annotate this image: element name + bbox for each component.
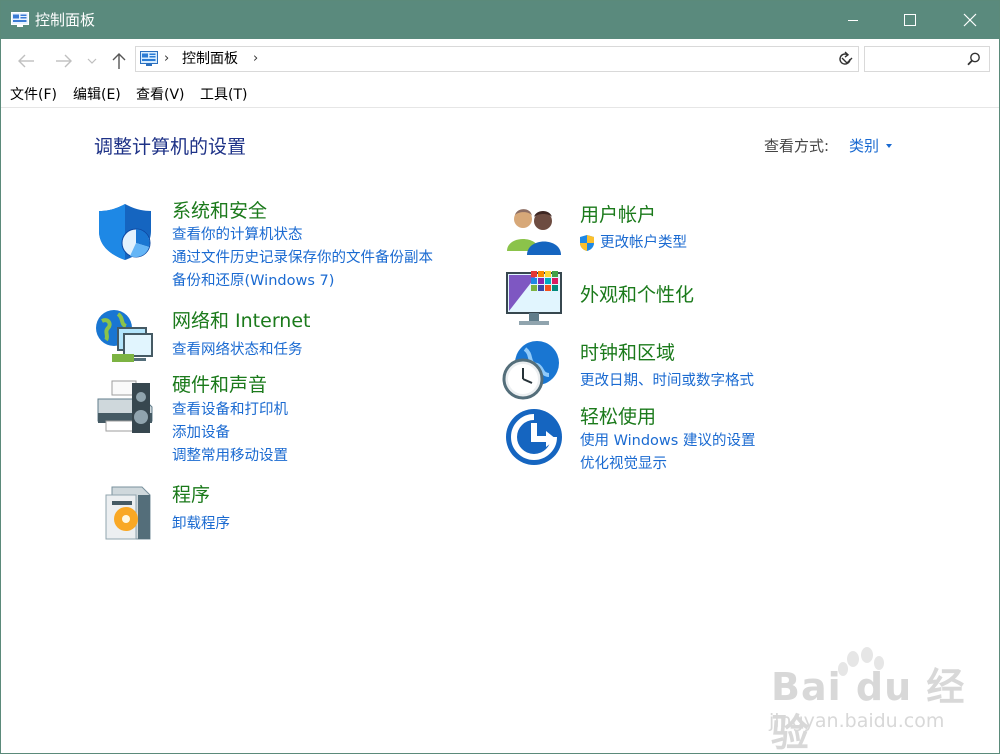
maximize-icon — [904, 14, 916, 26]
category-clock-region-title[interactable]: 时钟和区域 — [580, 341, 675, 365]
category-hardware-sound-title[interactable]: 硬件和声音 — [172, 373, 267, 397]
up-arrow-icon — [112, 53, 126, 69]
minimize-button[interactable] — [830, 1, 876, 39]
uac-shield-icon — [580, 235, 594, 251]
refresh-button[interactable] — [833, 47, 857, 71]
refresh-icon — [839, 51, 851, 65]
menu-edit[interactable]: 编辑(E) — [73, 85, 121, 105]
maximize-button[interactable] — [887, 1, 933, 39]
network-globe-icon[interactable] — [94, 306, 156, 368]
link-network-status[interactable]: 查看网络状态和任务 — [172, 340, 303, 360]
title-bar[interactable]: 控制面板 — [1, 1, 999, 39]
address-bar[interactable]: › 控制面板 › — [135, 46, 859, 72]
menu-divider — [1, 107, 999, 108]
link-change-account-type[interactable]: 更改帐户类型 — [600, 233, 687, 253]
link-devices-printers[interactable]: 查看设备和打印机 — [172, 400, 288, 420]
page-title: 调整计算机的设置 — [94, 136, 247, 158]
link-file-history-backup[interactable]: 通过文件历史记录保存你的文件备份副本 — [172, 248, 433, 268]
appearance-personalization-icon[interactable] — [503, 267, 565, 329]
category-appearance-title[interactable]: 外观和个性化 — [580, 283, 694, 307]
control-panel-icon — [140, 51, 158, 66]
forward-arrow-icon — [56, 54, 72, 68]
window-title: 控制面板 — [35, 11, 96, 29]
link-backup-restore[interactable]: 备份和还原(Windows 7) — [172, 271, 334, 291]
view-by-label: 查看方式: — [764, 137, 830, 155]
menu-file[interactable]: 文件(F) — [10, 85, 57, 105]
control-panel-window: 控制面板 › 控制面板 › 文件(F) 编辑(E) 查看(V) 工具(T) 调整… — [0, 0, 1000, 754]
close-button[interactable] — [947, 1, 993, 39]
view-by-dropdown[interactable]: 类别 — [849, 136, 879, 156]
recent-locations-button[interactable] — [85, 49, 99, 73]
close-icon — [963, 13, 977, 27]
breadcrumb-separator-icon[interactable]: › — [253, 51, 258, 67]
link-optimize-visual-display[interactable]: 优化视觉显示 — [580, 454, 667, 474]
shield-security-icon[interactable] — [94, 201, 156, 263]
menu-view[interactable]: 查看(V) — [136, 85, 185, 105]
link-recommended-settings[interactable]: 使用 Windows 建议的设置 — [580, 431, 755, 451]
link-mobility-settings[interactable]: 调整常用移动设置 — [172, 446, 288, 466]
control-panel-icon — [11, 12, 29, 27]
category-user-accounts-title[interactable]: 用户帐户 — [580, 203, 656, 227]
forward-button[interactable] — [51, 49, 77, 73]
link-uninstall-program[interactable]: 卸载程序 — [172, 514, 230, 534]
category-programs-title[interactable]: 程序 — [172, 483, 210, 507]
category-system-security-title[interactable]: 系统和安全 — [172, 199, 267, 223]
breadcrumb-separator-icon[interactable]: › — [164, 51, 169, 67]
category-network-title[interactable]: 网络和 Internet — [172, 309, 310, 333]
category-ease-of-access-title[interactable]: 轻松使用 — [580, 405, 656, 429]
search-box[interactable] — [864, 46, 990, 72]
chevron-down-icon — [87, 58, 97, 64]
dropdown-arrow-icon[interactable] — [886, 144, 892, 148]
link-change-date-time-format[interactable]: 更改日期、时间或数字格式 — [580, 371, 754, 391]
menu-tools[interactable]: 工具(T) — [200, 85, 247, 105]
programs-icon[interactable] — [98, 481, 160, 543]
menu-bar: 文件(F) 编辑(E) 查看(V) 工具(T) — [1, 83, 999, 107]
link-view-computer-status[interactable]: 查看你的计算机状态 — [172, 225, 303, 245]
back-button[interactable] — [13, 49, 39, 73]
back-arrow-icon — [18, 54, 34, 68]
ease-of-access-icon[interactable] — [504, 405, 566, 467]
user-accounts-icon[interactable] — [503, 201, 565, 263]
up-button[interactable] — [107, 49, 131, 73]
link-add-device[interactable]: 添加设备 — [172, 423, 230, 443]
clock-region-icon[interactable] — [501, 339, 563, 401]
search-icon[interactable] — [967, 52, 981, 66]
breadcrumb-control-panel[interactable]: 控制面板 — [182, 50, 238, 68]
printer-hardware-icon[interactable] — [94, 377, 156, 439]
watermark-url: jingyan.baidu.com — [769, 710, 945, 732]
minimize-icon — [848, 20, 858, 21]
